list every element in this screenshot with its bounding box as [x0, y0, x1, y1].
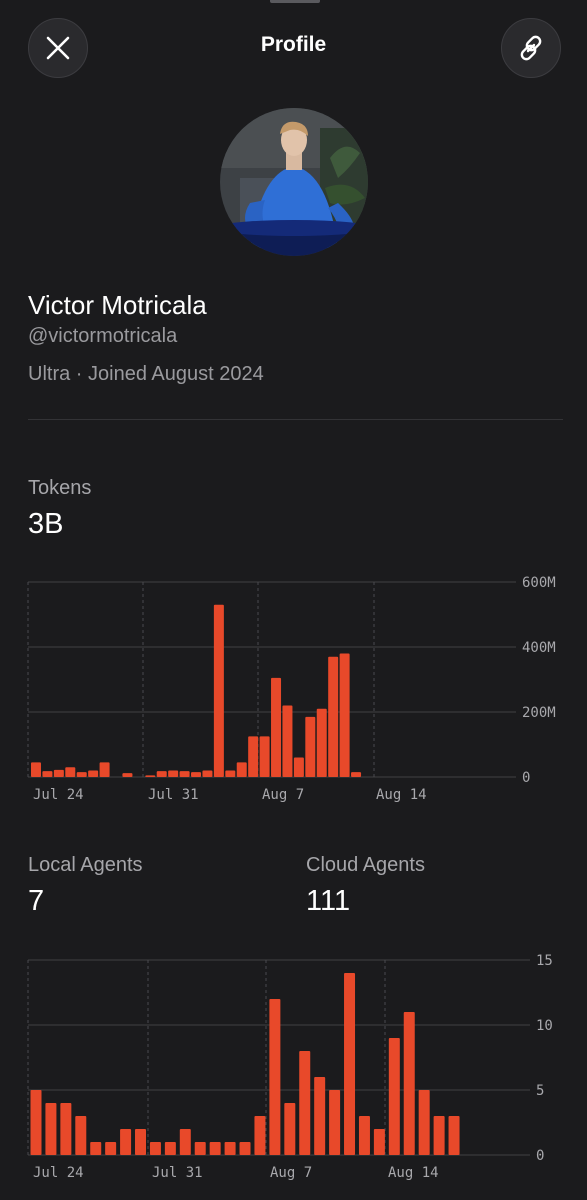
local-agents-value: 7 [28, 885, 45, 917]
chart-bar [358, 1116, 370, 1155]
chart-bar [191, 772, 202, 777]
chart-bar [31, 762, 41, 777]
y-tick-label: 200M [522, 705, 556, 721]
chart-bar [328, 656, 339, 777]
y-tick-label: 0 [536, 1148, 544, 1164]
chart-bar [448, 1116, 460, 1155]
x-tick-label: Aug 7 [270, 1165, 312, 1181]
chart-bar [209, 1142, 221, 1155]
chart-bar [305, 716, 316, 777]
chart-bar [388, 1038, 400, 1155]
cloud-agents-label: Cloud Agents [306, 854, 425, 876]
chart-bar [30, 1090, 42, 1155]
x-tick-label: Aug 14 [388, 1165, 439, 1181]
x-tick-label: Jul 24 [33, 1165, 84, 1181]
chart-bar [90, 1142, 102, 1155]
chart-bar [156, 771, 167, 777]
chart-bar [88, 770, 99, 777]
chart-bar [194, 1142, 206, 1155]
y-tick-label: 15 [536, 953, 553, 969]
chart-bar [259, 736, 270, 777]
chart-bar [293, 757, 304, 777]
tokens-label: Tokens [28, 477, 92, 499]
chart-bar [149, 1142, 161, 1155]
chart-bar [202, 770, 213, 777]
chart-bar [254, 1116, 266, 1155]
chart-bar [344, 973, 356, 1155]
chart-bar [433, 1116, 445, 1155]
chart-bar [179, 771, 190, 777]
x-tick-label: Jul 31 [148, 787, 199, 803]
link-icon [520, 35, 542, 61]
sheet-grabber[interactable] [270, 0, 320, 3]
chart-bar [42, 771, 53, 777]
chart-bar [225, 770, 236, 777]
copy-link-button[interactable] [501, 18, 561, 78]
page-title: Profile [260, 33, 327, 56]
chart-bar [45, 1103, 57, 1155]
profile-plan-joined: Ultra · Joined August 2024 [28, 363, 264, 385]
chart-bar [145, 775, 156, 777]
x-tick-label: Jul 24 [33, 787, 84, 803]
chart-bar [271, 677, 282, 777]
chart-bar [269, 999, 281, 1155]
y-tick-label: 0 [522, 770, 530, 786]
tokens-chart: 600M 400M 200M 0 Jul 24 Jul 31 Aug 7 Aug 14 [27, 575, 556, 803]
chart-bar [329, 1090, 341, 1155]
chart-bar [314, 1077, 326, 1155]
profile-handle: @victormotricala [28, 325, 178, 347]
chart-bar [75, 1116, 87, 1155]
chart-bar [351, 772, 362, 777]
chart-bar [99, 762, 110, 777]
chart-bar [164, 1142, 176, 1155]
tokens-value: 3B [28, 508, 64, 540]
chart-bar [239, 1142, 251, 1155]
chart-bar [403, 1012, 415, 1155]
chart-bar [316, 708, 327, 777]
y-tick-label: 600M [522, 575, 556, 591]
chart-bar [418, 1090, 430, 1155]
chart-bar [65, 767, 76, 777]
divider [28, 419, 563, 420]
chart-bar [282, 705, 293, 777]
local-agents-label: Local Agents [28, 854, 143, 876]
chart-bar [120, 1129, 132, 1155]
chart-bar [284, 1103, 296, 1155]
chart-bar [105, 1142, 117, 1155]
chart-bar [299, 1051, 311, 1155]
agents-chart: 15 10 5 0 Jul 24 Jul 31 Aug 7 Aug 14 [27, 953, 553, 1181]
profile-name: Victor Motricala [28, 290, 207, 320]
x-tick-label: Jul 31 [152, 1165, 203, 1181]
chart-bar [135, 1129, 147, 1155]
chart-bar [373, 1129, 385, 1155]
chart-bar [213, 604, 224, 777]
x-tick-label: Aug 7 [262, 787, 304, 803]
chart-bar [179, 1129, 191, 1155]
chart-bar [168, 770, 179, 777]
cloud-agents-value: 111 [306, 885, 351, 917]
chart-bar [60, 1103, 72, 1155]
chart-bar [76, 772, 87, 777]
y-tick-label: 10 [536, 1018, 553, 1034]
y-tick-label: 5 [536, 1083, 544, 1099]
x-tick-label: Aug 14 [376, 787, 427, 803]
y-tick-label: 400M [522, 640, 556, 656]
avatar [220, 108, 368, 256]
chart-bar [224, 1142, 236, 1155]
chart-bar [236, 762, 247, 777]
chart-bar [339, 653, 350, 777]
chart-bar [122, 773, 133, 777]
chart-bar [53, 769, 64, 777]
chart-bar [248, 736, 259, 777]
